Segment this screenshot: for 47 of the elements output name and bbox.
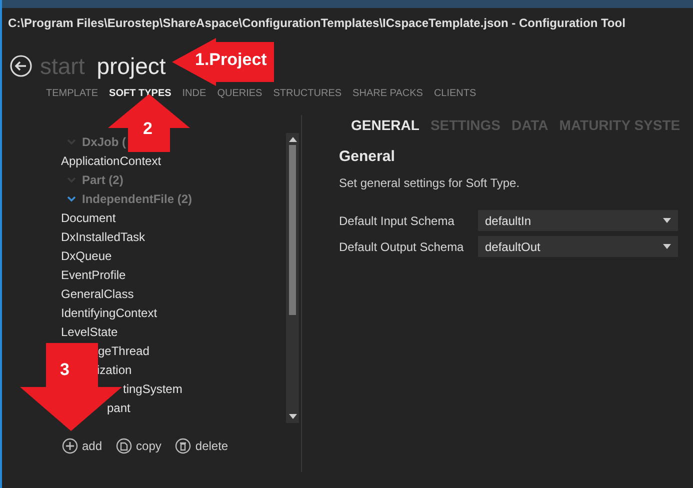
- tab[interactable]: QUERIES: [217, 86, 262, 100]
- dropdown[interactable]: defaultIn: [478, 210, 678, 231]
- annotation-label: 1.Project: [195, 49, 267, 71]
- section-title: General: [339, 146, 396, 166]
- field-label: Default Output Schema: [339, 238, 465, 256]
- page-icon: [116, 438, 132, 454]
- list-item[interactable]: Document: [61, 209, 116, 227]
- action-button[interactable]: copy: [116, 436, 162, 454]
- caret-icon: [663, 218, 671, 223]
- window-title: C:\Program Files\Eurostep\ShareAspace\ConfigurationTemplates\ICspaceTemplate.json - Configuration Tool: [7, 15, 626, 32]
- tab[interactable]: SOFT TYPES: [109, 86, 172, 100]
- list-item[interactable]: ApplicationContext: [61, 152, 162, 170]
- list-item[interactable]: DxQueue: [61, 247, 112, 265]
- caret-icon: [663, 244, 671, 249]
- scroll-thumb[interactable]: [289, 144, 296, 314]
- back-icon[interactable]: [10, 55, 32, 78]
- scrollbar[interactable]: [286, 132, 299, 422]
- list-item[interactable]: ization: [97, 361, 132, 379]
- action-button[interactable]: delete: [175, 436, 228, 454]
- tab[interactable]: CLIENTS: [434, 86, 476, 100]
- tab[interactable]: STRUCTURES: [273, 86, 342, 100]
- list-item[interactable]: tingSystem: [123, 380, 182, 398]
- tab[interactable]: INDE: [182, 86, 206, 100]
- annotation-label: 2: [143, 118, 152, 140]
- field-label: Default Input Schema: [339, 212, 456, 230]
- dropdown[interactable]: defaultOut: [478, 236, 678, 257]
- list-item[interactable]: GeneralClass: [61, 285, 134, 303]
- group-label[interactable]: IndependentFile (2): [82, 190, 192, 208]
- list-item[interactable]: DxInstalledTask: [61, 228, 146, 246]
- tab[interactable]: SHARE PACKS: [352, 86, 423, 100]
- list-item[interactable]: EventProfile: [61, 266, 126, 284]
- breadcrumb-link[interactable]: project: [96, 49, 166, 84]
- chevron-icon[interactable]: [67, 196, 76, 202]
- group-label[interactable]: Part (2): [82, 171, 124, 189]
- tab[interactable]: TEMPLATE: [46, 86, 98, 100]
- tab[interactable]: GENERAL: [351, 114, 420, 136]
- list-item[interactable]: IdentifyingContext: [61, 304, 158, 322]
- annotation-label: 3: [60, 359, 70, 381]
- group-label[interactable]: DxJob (: [82, 133, 126, 151]
- section-description: Set general settings for Soft Type.: [339, 175, 521, 192]
- list-item[interactable]: LevelState: [61, 323, 118, 341]
- scroll-down-icon[interactable]: [288, 414, 296, 418]
- plus-icon: [62, 438, 78, 454]
- list-item[interactable]: geThread: [98, 342, 150, 360]
- trash-icon: [175, 438, 192, 454]
- list-item[interactable]: pant: [107, 399, 130, 417]
- action-button[interactable]: add: [62, 436, 102, 454]
